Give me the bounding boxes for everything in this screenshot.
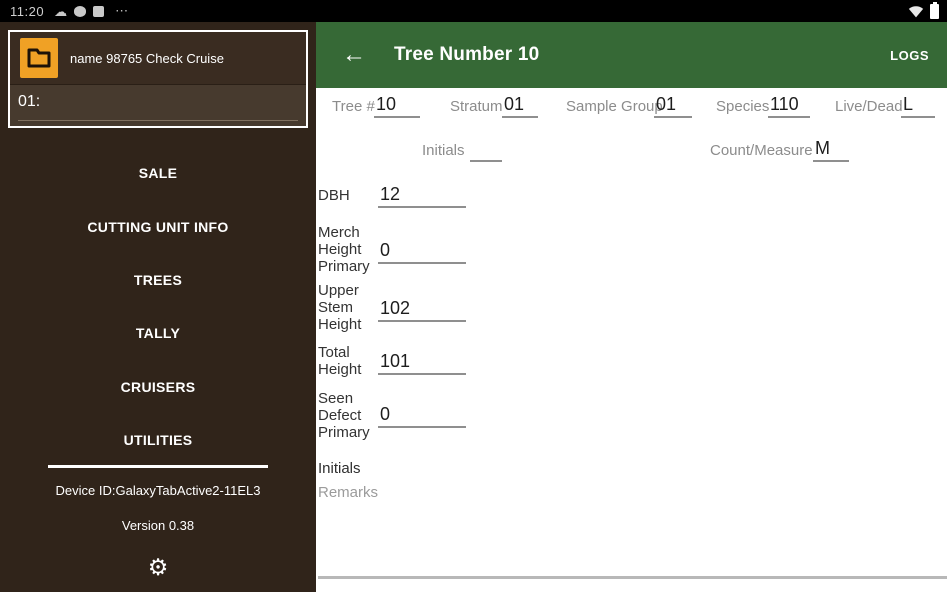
initials-top-field[interactable] xyxy=(470,138,502,162)
bottom-divider xyxy=(318,576,947,579)
initials-bottom-label: Initials xyxy=(318,460,361,477)
notification-square-icon xyxy=(93,6,104,17)
total-height-field[interactable]: 101 xyxy=(378,351,466,375)
cutting-unit-value: 01: xyxy=(18,93,298,111)
total-height-label: Total Height xyxy=(318,344,361,378)
tree-number-label: Tree # xyxy=(332,98,375,115)
wifi-icon xyxy=(908,5,924,18)
sidebar: name 98765 Check Cruise 01: SALE CUTTING… xyxy=(0,22,316,592)
sale-name: name 98765 Check Cruise xyxy=(70,51,224,66)
sidebar-item-cutting-unit-info[interactable]: CUTTING UNIT INFO xyxy=(0,219,316,235)
sidebar-divider xyxy=(48,465,268,468)
status-left-icons: ☁ ⋯ xyxy=(54,3,129,19)
remarks-field[interactable]: Remarks xyxy=(318,484,378,501)
sample-group-label: Sample Group xyxy=(566,98,663,115)
page-title: Tree Number 10 xyxy=(394,44,539,66)
cloud-icon: ☁ xyxy=(54,5,67,18)
logs-button[interactable]: LOGS xyxy=(890,48,929,63)
sidebar-item-utilities[interactable]: UTILITIES xyxy=(0,432,316,448)
sidebar-item-trees[interactable]: TREES xyxy=(0,272,316,288)
version-label: Version 0.38 xyxy=(0,518,316,533)
dbh-label: DBH xyxy=(318,187,350,204)
app-screen: 11:20 ☁ ⋯ name 98765 Check Cruise xyxy=(0,0,947,592)
count-measure-field[interactable]: M xyxy=(813,138,849,162)
sidebar-item-cruisers[interactable]: CRUISERS xyxy=(0,379,316,395)
sidebar-item-tally[interactable]: TALLY xyxy=(0,325,316,341)
seen-defect-primary-label: Seen Defect Primary xyxy=(318,390,370,441)
notification-disc-icon xyxy=(74,6,86,17)
live-dead-label: Live/Dead xyxy=(835,98,903,115)
seen-defect-primary-field[interactable]: 0 xyxy=(378,404,466,428)
upper-stem-height-label: Upper Stem Height xyxy=(318,282,361,333)
tree-number-field[interactable]: 10 xyxy=(374,94,420,118)
folder-icon xyxy=(20,38,58,78)
stratum-field[interactable]: 01 xyxy=(502,94,538,118)
initials-top-label: Initials xyxy=(422,142,465,159)
app-bar: ← Tree Number 10 LOGS xyxy=(316,22,947,88)
dbh-field[interactable]: 12 xyxy=(378,184,466,208)
status-time: 11:20 xyxy=(10,4,44,19)
back-arrow-icon[interactable]: ← xyxy=(342,43,366,67)
status-bar: 11:20 ☁ ⋯ xyxy=(0,0,947,22)
merch-height-primary-field[interactable]: 0 xyxy=(378,240,466,264)
sidebar-item-sale[interactable]: SALE xyxy=(0,165,316,181)
live-dead-field[interactable]: L xyxy=(901,94,935,118)
status-right-icons xyxy=(908,4,939,19)
sale-card[interactable]: name 98765 Check Cruise 01: xyxy=(8,30,308,128)
upper-stem-height-field[interactable]: 102 xyxy=(378,298,466,322)
sample-group-field[interactable]: 01 xyxy=(654,94,692,118)
sale-card-header: name 98765 Check Cruise xyxy=(10,32,306,84)
cutting-unit-field[interactable]: 01: xyxy=(10,84,306,126)
stratum-label: Stratum xyxy=(450,98,503,115)
cutting-unit-underline xyxy=(18,120,298,121)
settings-gear-icon[interactable]: ⚙ xyxy=(0,556,316,579)
overflow-dots-icon: ⋯ xyxy=(115,3,129,19)
battery-icon xyxy=(930,4,939,19)
device-id-label: Device ID:GalaxyTabActive2-11EL3 xyxy=(0,483,316,498)
species-label: Species xyxy=(716,98,769,115)
count-measure-label: Count/Measure xyxy=(710,142,813,159)
merch-height-primary-label: Merch Height Primary xyxy=(318,224,370,275)
species-field[interactable]: 110 xyxy=(768,94,810,118)
